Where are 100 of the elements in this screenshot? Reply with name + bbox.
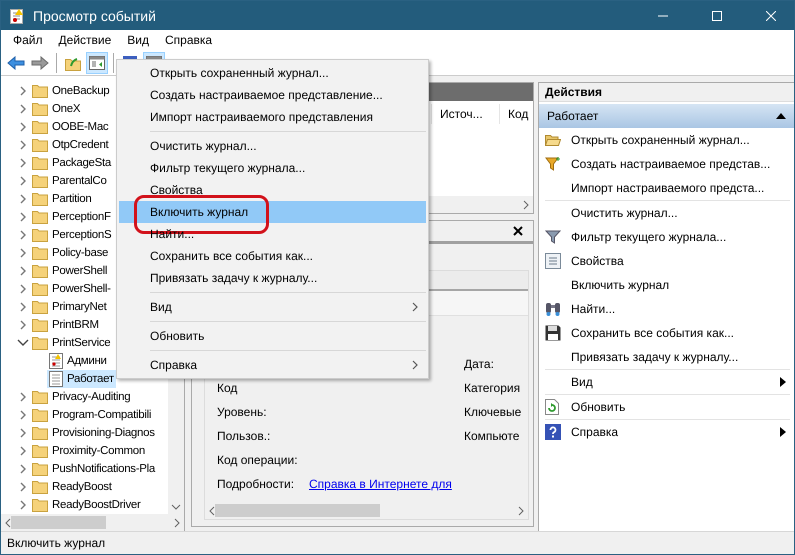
field-label: Код операции: bbox=[217, 453, 299, 467]
tree-item[interactable]: ReadyBoostDriver bbox=[52, 499, 141, 511]
tree-item[interactable]: OneX bbox=[52, 103, 80, 115]
tree-item[interactable]: Policy-base bbox=[52, 247, 108, 259]
column-header[interactable]: Код bbox=[499, 104, 533, 124]
folder-icon bbox=[32, 246, 48, 260]
action-item[interactable]: Очистить журнал... bbox=[539, 201, 794, 225]
section-header[interactable]: Работает bbox=[539, 104, 794, 128]
panel-icon bbox=[89, 56, 105, 70]
action-item[interactable]: Обновить bbox=[539, 395, 794, 419]
tree-item[interactable]: PackageSta bbox=[52, 157, 112, 169]
filter-icon bbox=[545, 156, 561, 172]
window-title: Просмотр событий bbox=[33, 8, 157, 24]
folder-icon bbox=[32, 174, 48, 188]
log-icon bbox=[49, 371, 63, 387]
menu-item[interactable]: Фильтр текущего журнала... bbox=[119, 157, 426, 179]
tree-item[interactable]: PrintService bbox=[52, 337, 110, 349]
tree-item[interactable]: Program-Compatibili bbox=[52, 409, 152, 421]
folder-icon bbox=[32, 426, 48, 440]
collapse-arrow-icon bbox=[776, 113, 786, 119]
field-label: Код bbox=[217, 381, 238, 395]
folder-icon bbox=[32, 498, 48, 512]
status-bar: Включить журнал bbox=[1, 531, 794, 554]
event-viewer-icon bbox=[9, 8, 25, 24]
tree-item[interactable]: Proximity-Common bbox=[52, 445, 145, 457]
folder-icon bbox=[32, 102, 48, 116]
folder-icon bbox=[32, 138, 48, 152]
field-label: Уровень: bbox=[217, 405, 268, 419]
menu-item[interactable]: Справка bbox=[157, 33, 220, 47]
menu-item[interactable]: Вид bbox=[119, 296, 426, 318]
help-icon bbox=[545, 424, 561, 440]
folder-icon bbox=[32, 408, 48, 422]
tree-item[interactable]: Partition bbox=[52, 193, 92, 205]
menu-item[interactable]: Справка bbox=[119, 354, 426, 376]
tree-item[interactable]: PushNotifications-Pla bbox=[52, 463, 156, 475]
folder-icon bbox=[32, 336, 48, 350]
action-item[interactable]: Справка bbox=[539, 420, 794, 444]
toolbar-button[interactable] bbox=[86, 52, 108, 74]
tree-item[interactable]: OOBE-Mac bbox=[52, 121, 108, 133]
menu-item[interactable]: Открыть сохраненный журнал... bbox=[119, 62, 426, 84]
maximize-icon[interactable] bbox=[712, 10, 722, 20]
horizontal-scrollbar[interactable] bbox=[1, 514, 184, 531]
tree-item[interactable]: OtpCredent bbox=[52, 139, 108, 151]
properties-icon bbox=[545, 253, 561, 269]
tree-item[interactable]: ParentalCo bbox=[52, 175, 107, 187]
tree-item[interactable]: PrimaryNet bbox=[52, 301, 107, 313]
tree-item[interactable]: PerceptionS bbox=[52, 229, 112, 241]
tree-item[interactable]: PrintBRM bbox=[52, 319, 99, 331]
tree-item[interactable]: ReadyBoost bbox=[52, 481, 112, 493]
minimize-icon[interactable] bbox=[658, 14, 668, 16]
menu-item[interactable]: Вид bbox=[119, 33, 157, 47]
expanded-chevron-icon[interactable] bbox=[16, 338, 30, 348]
action-item[interactable]: Импорт настраиваемого предста... bbox=[539, 176, 794, 200]
action-item[interactable]: Открыть сохраненный журнал... bbox=[539, 128, 794, 152]
menu-item[interactable]: Свойства bbox=[119, 179, 426, 201]
tree-item[interactable]: Работает bbox=[47, 370, 116, 388]
menu-item[interactable]: Очистить журнал... bbox=[119, 135, 426, 157]
tree-item[interactable]: Privacy-Auditing bbox=[52, 391, 130, 403]
help-link[interactable]: Справка в Интернете для bbox=[309, 477, 452, 491]
field-label: Пользов.: bbox=[217, 429, 272, 443]
folder-icon bbox=[32, 300, 48, 314]
refresh-icon bbox=[545, 399, 559, 415]
column-header[interactable]: Источ... bbox=[431, 104, 499, 124]
folder-icon bbox=[32, 444, 48, 458]
action-item[interactable]: Фильтр текущего журнала... bbox=[539, 225, 794, 249]
tree-item[interactable]: Provisioning-Diagnos bbox=[52, 427, 155, 439]
action-item[interactable]: Создать настраиваемое представ... bbox=[539, 152, 794, 176]
tree-item[interactable]: PowerShell- bbox=[52, 283, 111, 295]
tree-item[interactable]: OneBackup bbox=[52, 85, 110, 97]
menu-item[interactable]: Привязать задачу к журналу... bbox=[119, 267, 426, 289]
menu-item[interactable]: Действие bbox=[50, 33, 120, 47]
forward-arrow-icon bbox=[31, 56, 49, 70]
action-item[interactable]: Привязать задачу к журналу... bbox=[539, 345, 794, 369]
tree-item[interactable]: PowerShell bbox=[52, 265, 108, 277]
folder-icon bbox=[32, 228, 48, 242]
action-item[interactable]: Вид bbox=[539, 370, 794, 394]
folder-icon bbox=[32, 318, 48, 332]
back-arrow-icon bbox=[7, 56, 25, 70]
close-icon[interactable] bbox=[513, 226, 523, 236]
menu-item[interactable]: Файл bbox=[5, 33, 51, 47]
action-item[interactable]: Включить журнал bbox=[539, 273, 794, 297]
action-item[interactable]: Свойства bbox=[539, 249, 794, 273]
field-label: Компьюте bbox=[464, 429, 520, 443]
field-label: Подробности: bbox=[217, 477, 296, 491]
action-item[interactable]: Найти... bbox=[539, 297, 794, 321]
folder-icon bbox=[32, 156, 48, 170]
folder-icon bbox=[32, 120, 48, 134]
tree-item[interactable]: Админи bbox=[47, 352, 109, 370]
menu-item[interactable]: Обновить bbox=[119, 325, 426, 347]
menu-item[interactable]: Импорт настраиваемого представления bbox=[119, 106, 426, 128]
submenu-arrow-icon bbox=[780, 377, 786, 387]
action-item[interactable]: Сохранить все события как... bbox=[539, 321, 794, 345]
folder-icon bbox=[32, 462, 48, 476]
menu-item[interactable]: Сохранить все события как... bbox=[119, 245, 426, 267]
menu-item[interactable]: Включить журнал bbox=[119, 201, 426, 223]
folder-icon bbox=[32, 480, 48, 494]
folder-icon bbox=[32, 84, 48, 98]
tree-item[interactable]: PerceptionF bbox=[52, 211, 111, 223]
menu-item[interactable]: Создать настраиваемое представление... bbox=[119, 84, 426, 106]
binoculars-icon bbox=[545, 301, 561, 317]
